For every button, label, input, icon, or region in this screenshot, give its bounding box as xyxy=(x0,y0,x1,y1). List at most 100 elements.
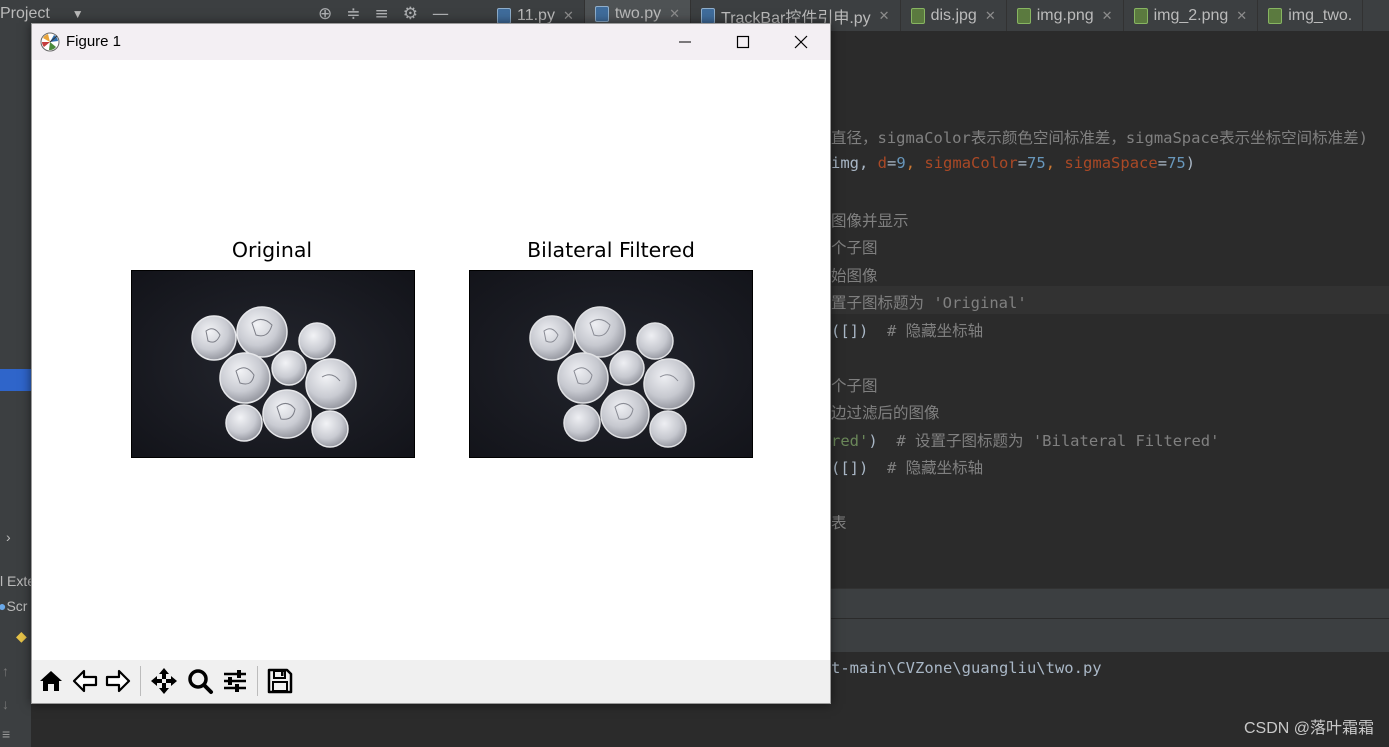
code-comment: 个子图 xyxy=(831,239,878,257)
code-comment: # 隐藏坐标轴 xyxy=(887,322,984,340)
code-comment: 'Original' xyxy=(933,294,1027,312)
close-icon[interactable]: ✕ xyxy=(1102,8,1113,24)
ide-left-panel: › l Exte ●Scr ◆ ↑ ↓ ≡ xyxy=(0,31,35,747)
code-text: = xyxy=(1157,154,1168,172)
window-title-bar[interactable]: Figure 1 xyxy=(32,24,830,60)
code-text: , xyxy=(905,154,925,172)
pan-icon xyxy=(151,668,177,694)
arrow-down-icon[interactable]: ↓ xyxy=(2,696,9,712)
configure-subplots-button[interactable] xyxy=(219,665,251,697)
tab-label: dis.jpg xyxy=(930,6,977,24)
code-line: 直径，sigmaColor表示颜色空间标准差，sigmaSpace表示坐标空间标… xyxy=(831,126,1368,148)
code-line: 个子图 xyxy=(831,374,878,396)
code-text: img, xyxy=(831,154,878,172)
image-file-icon xyxy=(910,7,925,24)
code-text: = xyxy=(1017,154,1028,172)
ide-toolbar: ⊕ ≑ ≡ ⚙ — xyxy=(318,4,449,24)
project-dropdown[interactable]: Project ▼ xyxy=(0,5,84,23)
close-icon xyxy=(794,35,808,49)
minimize-panel-icon[interactable]: — xyxy=(432,4,449,24)
project-tree-selection[interactable] xyxy=(0,369,31,391)
navigation-toolbar xyxy=(32,660,830,703)
code-line: img, d=9, sigmaColor=75, sigmaSpace=75) xyxy=(831,154,1195,172)
code-line: 图像并显示 xyxy=(831,209,909,231)
toolbar-divider xyxy=(257,666,258,696)
code-text: ) xyxy=(1185,154,1196,172)
code-line: ([]) # 隐藏坐标轴 xyxy=(831,319,983,341)
subplot-image-original xyxy=(131,270,415,458)
python-console-icon[interactable]: ◆ xyxy=(16,628,27,645)
code-comment: 置子图标题为 xyxy=(831,294,934,312)
expand-all-icon[interactable]: ≑ xyxy=(346,4,360,24)
tab-label: two.py xyxy=(614,5,662,22)
code-line-current: 置子图标题为 'Original' xyxy=(831,286,1389,314)
code-line: red') # 设置子图标题为 'Bilateral Filtered' xyxy=(831,429,1219,451)
code-text: ([]) xyxy=(831,459,887,477)
subplot-title-filtered: Bilateral Filtered xyxy=(527,238,695,262)
home-icon xyxy=(40,671,62,691)
coins-filtered-image xyxy=(470,271,752,457)
close-icon[interactable]: ✕ xyxy=(1236,8,1247,24)
arrow-up-icon[interactable]: ↑ xyxy=(2,663,9,679)
code-comment: # 隐藏坐标轴 xyxy=(887,459,984,477)
run-panel-header xyxy=(831,588,1389,619)
chevron-right-icon[interactable]: › xyxy=(6,529,11,545)
collapse-all-icon[interactable]: ≡ xyxy=(375,4,389,24)
matplotlib-figure-window: Figure 1 Original Bilateral Filtered xyxy=(31,23,831,704)
locate-icon[interactable]: ⊕ xyxy=(318,4,332,24)
coins-image xyxy=(132,271,414,457)
tab-label: img.png xyxy=(1036,6,1094,24)
close-icon[interactable]: ✕ xyxy=(669,6,680,22)
minimize-button[interactable] xyxy=(656,24,714,60)
back-button[interactable] xyxy=(69,665,101,697)
code-param: sigmaColor xyxy=(924,154,1018,172)
code-text: ) xyxy=(868,432,897,450)
save-button[interactable] xyxy=(264,665,296,697)
maximize-button[interactable] xyxy=(714,24,772,60)
external-libraries-item[interactable]: l Exte xyxy=(0,573,35,589)
project-label: Project xyxy=(0,5,50,22)
code-comment: 'Bilateral Filtered' xyxy=(1032,432,1220,450)
code-line: 表 xyxy=(831,511,847,533)
scratches-label: Scr xyxy=(6,598,28,614)
zoom-button[interactable] xyxy=(184,665,216,697)
run-panel-tabs xyxy=(831,618,1389,653)
tab-img-two[interactable]: img_two. xyxy=(1258,0,1364,31)
subplot-image-filtered xyxy=(469,270,753,458)
code-line: ([]) # 隐藏坐标轴 xyxy=(831,456,983,478)
subplot-title-original: Original xyxy=(231,238,313,262)
tab-label: 11.py xyxy=(517,6,555,24)
code-comment: 图像并显示 xyxy=(831,212,909,230)
zoom-icon xyxy=(188,669,213,694)
home-button[interactable] xyxy=(35,665,67,697)
tab-img-png[interactable]: img.png ✕ xyxy=(1007,0,1124,31)
tab-dis-jpg[interactable]: dis.jpg ✕ xyxy=(901,0,1007,31)
csdn-watermark: CSDN @落叶霜霜 xyxy=(1243,720,1374,737)
close-icon[interactable]: ✕ xyxy=(985,8,996,24)
close-icon[interactable]: ✕ xyxy=(879,8,890,24)
code-text: ([]) xyxy=(831,322,887,340)
code-line: 始图像 xyxy=(831,264,878,286)
code-string: red' xyxy=(831,432,869,450)
figure-canvas[interactable]: Original Bilateral Filtered xyxy=(32,60,830,660)
forward-button[interactable] xyxy=(102,665,134,697)
gear-icon[interactable]: ⚙ xyxy=(403,4,418,24)
configure-subplots-icon xyxy=(224,670,246,692)
chevron-down-icon: ▼ xyxy=(71,7,84,21)
python-file-icon xyxy=(701,7,716,24)
code-text: , xyxy=(1045,154,1065,172)
code-editor[interactable]: 直径，sigmaColor表示颜色空间标准差，sigmaSpace表示坐标空间标… xyxy=(831,31,1389,588)
code-comment: 表 xyxy=(831,514,847,532)
window-title: Figure 1 xyxy=(66,33,122,50)
code-comment: 始图像 xyxy=(831,267,878,285)
pan-button[interactable] xyxy=(148,665,180,697)
close-button[interactable] xyxy=(772,24,830,60)
image-file-icon xyxy=(1016,7,1031,24)
tab-img-2-png[interactable]: img_2.png ✕ xyxy=(1124,0,1259,31)
code-comment: 直径，sigmaColor表示颜色空间标准差，sigmaSpace表示坐标空间标… xyxy=(831,129,1368,147)
close-icon[interactable]: ✕ xyxy=(563,8,574,24)
python-file-icon xyxy=(497,7,511,24)
wrap-icon[interactable]: ≡ xyxy=(2,726,10,742)
tab-label: img_2.png xyxy=(1153,6,1229,24)
scratches-item[interactable]: ●Scr xyxy=(0,598,27,614)
